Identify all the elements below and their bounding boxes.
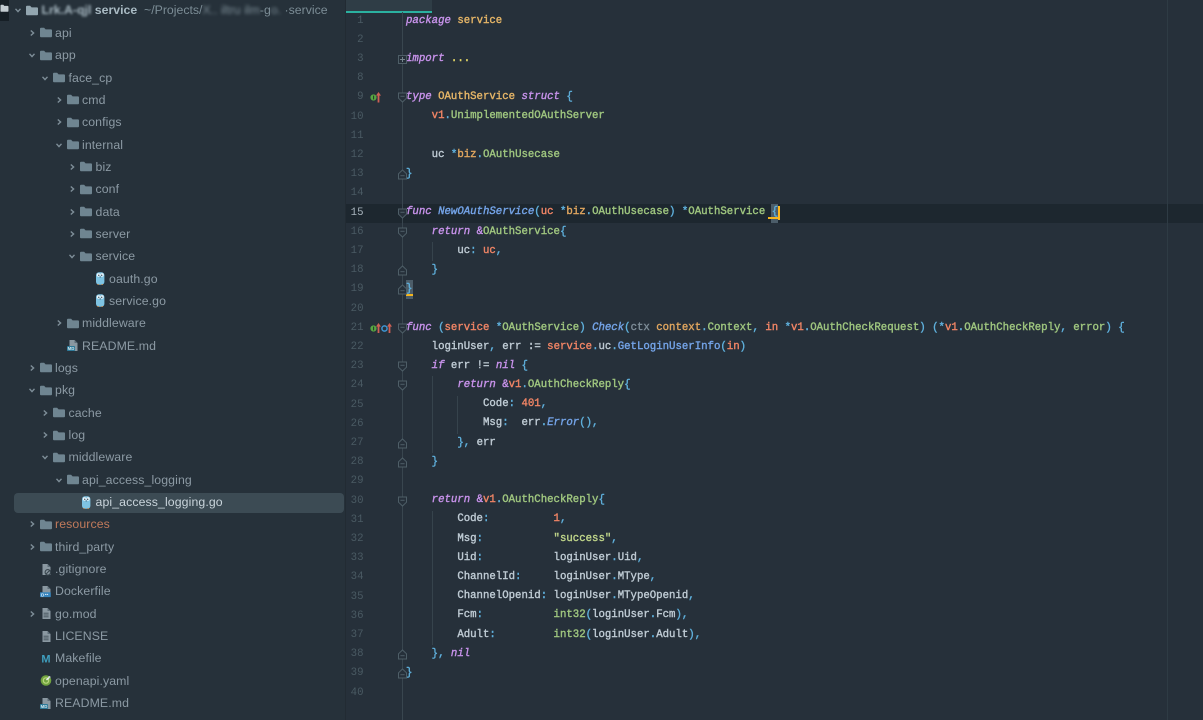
svg-text:MD: MD (40, 704, 47, 709)
svg-text:MD: MD (67, 346, 74, 351)
svg-text:M: M (41, 653, 50, 665)
